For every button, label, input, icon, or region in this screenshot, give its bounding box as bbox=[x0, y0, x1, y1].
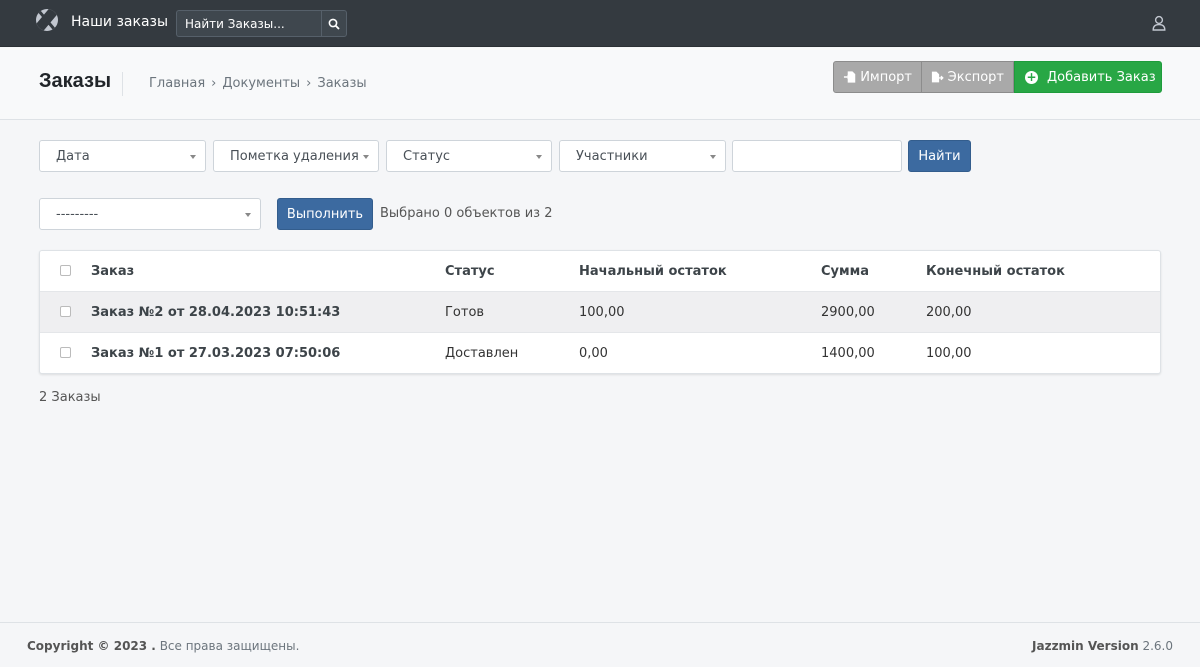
caret-down-icon bbox=[710, 155, 716, 159]
deletion-mark-filter-label: Пометка удаления bbox=[230, 148, 359, 164]
caret-down-icon bbox=[363, 155, 369, 159]
version-label: Jazzmin Version bbox=[1032, 639, 1139, 653]
copyright-bold: Copyright © 2023 . bbox=[27, 639, 156, 653]
plus-circle-icon: + bbox=[1025, 69, 1038, 84]
column-header-status[interactable]: Статус bbox=[445, 264, 495, 279]
table-row: Заказ №2 от 28.04.2023 10:51:43 Готов 10… bbox=[40, 292, 1160, 333]
column-header-sum[interactable]: Сумма bbox=[821, 264, 869, 279]
copyright-text: Все права защищены. bbox=[159, 639, 300, 653]
bulk-action-value: --------- bbox=[56, 206, 99, 222]
find-button[interactable]: Найти bbox=[908, 140, 971, 172]
import-label: Импорт bbox=[860, 69, 912, 85]
order-link[interactable]: Заказ №1 от 27.03.2023 07:50:06 bbox=[91, 346, 340, 361]
title-divider bbox=[122, 72, 123, 96]
order-link[interactable]: Заказ №2 от 28.04.2023 10:51:43 bbox=[91, 305, 340, 320]
filter-search-input[interactable] bbox=[732, 140, 902, 172]
brand-title[interactable]: Наши заказы bbox=[71, 14, 168, 30]
breadcrumb: Главная › Документы › Заказы bbox=[149, 76, 367, 91]
caret-down-icon bbox=[245, 213, 251, 217]
top-navbar: Наши заказы bbox=[0, 0, 1200, 47]
caret-down-icon bbox=[190, 155, 196, 159]
content-header: Заказы Главная › Документы › Заказы Импо… bbox=[0, 48, 1200, 120]
select-all-checkbox[interactable] bbox=[60, 265, 71, 276]
column-header-end-balance[interactable]: Конечный остаток bbox=[926, 264, 1065, 279]
user-icon[interactable] bbox=[1152, 15, 1166, 31]
order-sum: 2900,00 bbox=[821, 305, 875, 320]
row-checkbox[interactable] bbox=[60, 347, 71, 358]
search-button[interactable] bbox=[321, 10, 347, 37]
orders-table: Заказ Статус Начальный остаток Сумма Кон… bbox=[39, 250, 1161, 374]
table-row: Заказ №1 от 27.03.2023 07:50:06 Доставле… bbox=[40, 333, 1160, 374]
column-header-order[interactable]: Заказ bbox=[91, 264, 134, 279]
breadcrumb-documents[interactable]: Документы bbox=[222, 76, 300, 91]
breadcrumb-current: Заказы bbox=[317, 76, 367, 91]
participants-filter-select[interactable]: Участники bbox=[559, 140, 726, 172]
selection-counter: Выбрано 0 объектов из 2 bbox=[380, 206, 553, 221]
search-icon bbox=[328, 18, 340, 30]
order-status: Доставлен bbox=[445, 346, 519, 361]
order-end-balance: 100,00 bbox=[926, 346, 972, 361]
footer: Copyright © 2023 . Все права защищены. J… bbox=[0, 622, 1200, 667]
result-count: 2 Заказы bbox=[39, 390, 101, 405]
row-checkbox[interactable] bbox=[60, 306, 71, 317]
footer-version: Jazzmin Version 2.6.0 bbox=[1032, 639, 1173, 653]
version-number: 2.6.0 bbox=[1142, 639, 1173, 653]
bulk-action-select[interactable]: --------- bbox=[39, 198, 261, 230]
export-icon bbox=[931, 71, 944, 83]
order-start-balance: 0,00 bbox=[579, 346, 608, 361]
navbar-search bbox=[176, 10, 347, 37]
run-action-button[interactable]: Выполнить bbox=[277, 198, 373, 230]
order-status: Готов bbox=[445, 305, 485, 320]
status-filter-select[interactable]: Статус bbox=[386, 140, 552, 172]
date-filter-label: Дата bbox=[56, 148, 90, 164]
footer-copyright: Copyright © 2023 . Все права защищены. bbox=[27, 639, 299, 653]
add-order-button[interactable]: + Добавить Заказ bbox=[1014, 61, 1162, 93]
table-header-row: Заказ Статус Начальный остаток Сумма Кон… bbox=[40, 251, 1160, 292]
breadcrumb-separator: › bbox=[306, 76, 312, 91]
participants-filter-label: Участники bbox=[576, 148, 648, 164]
search-input[interactable] bbox=[176, 10, 321, 37]
import-button[interactable]: Импорт bbox=[833, 61, 922, 93]
export-button[interactable]: Экспорт bbox=[922, 61, 1014, 93]
order-end-balance: 200,00 bbox=[926, 305, 972, 320]
status-filter-label: Статус bbox=[403, 148, 451, 164]
header-actions: Импорт Экспорт + Добавить Заказ bbox=[833, 61, 1162, 93]
date-filter-select[interactable]: Дата bbox=[39, 140, 206, 172]
export-label: Экспорт bbox=[947, 69, 1004, 85]
breadcrumb-separator: › bbox=[211, 76, 217, 91]
caret-down-icon bbox=[536, 155, 542, 159]
add-order-label: Добавить Заказ bbox=[1047, 69, 1156, 85]
order-start-balance: 100,00 bbox=[579, 305, 625, 320]
order-sum: 1400,00 bbox=[821, 346, 875, 361]
page-title: Заказы bbox=[39, 70, 112, 92]
breadcrumb-home[interactable]: Главная bbox=[149, 76, 205, 91]
deletion-mark-filter-select[interactable]: Пометка удаления bbox=[213, 140, 379, 172]
import-icon bbox=[843, 71, 856, 83]
column-header-start-balance[interactable]: Начальный остаток bbox=[579, 264, 727, 279]
logo-icon[interactable] bbox=[36, 9, 58, 31]
